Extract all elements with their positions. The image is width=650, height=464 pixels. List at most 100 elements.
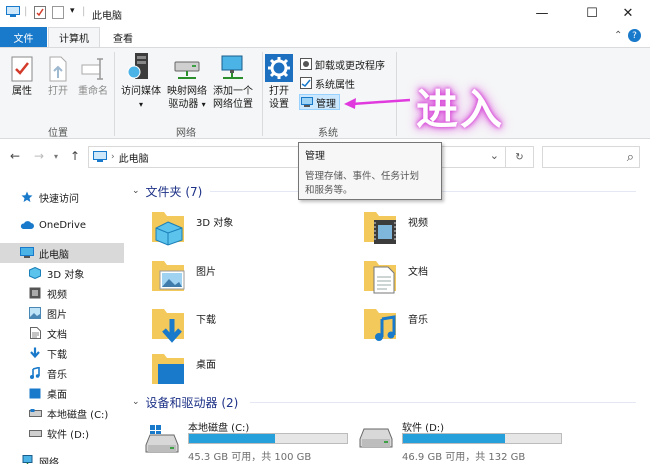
sidebar-item-network[interactable]: 网络 — [0, 451, 124, 464]
help-icon[interactable]: ? — [628, 29, 641, 42]
refresh-icon: ↻ — [515, 151, 524, 163]
open-icon — [47, 52, 69, 82]
navigation-pane: 快速访问 OneDrive 此电脑 3D 对象 视频 图片 文档 下载 音乐 桌… — [0, 175, 124, 464]
section-header-devices[interactable]: ⌄ 设备和驱动器 (2) — [132, 393, 238, 411]
tab-file[interactable]: 文件 — [0, 27, 47, 47]
folder-desktop-icon — [152, 354, 184, 384]
sidebar-item-music[interactable]: 音乐 — [0, 363, 124, 383]
uninstall-icon — [299, 58, 312, 70]
sidebar-item-videos[interactable]: 视频 — [0, 283, 124, 303]
access-media-button[interactable]: 访问媒体 ▾ — [118, 52, 164, 111]
chevron-down-icon: ▾ — [138, 100, 143, 109]
address-dropdown-icon[interactable]: ⌄ — [490, 149, 499, 162]
manage-button[interactable]: 管理 — [299, 94, 340, 110]
open-button[interactable]: 打开 — [44, 52, 72, 98]
computer-manage-icon — [300, 96, 313, 108]
group-label-location: 位置 — [48, 128, 68, 139]
drive-d-name: 软件 (D:) — [402, 423, 445, 434]
annotation-arrow-icon — [344, 98, 411, 109]
folder-desktop[interactable]: 桌面 — [150, 350, 350, 396]
sidebar-item-drive-d[interactable]: 软件 (D:) — [0, 423, 124, 443]
search-box[interactable]: ⌕ — [542, 146, 640, 168]
chevron-down-icon: ▾ — [201, 100, 206, 109]
folder-music[interactable]: 音乐 — [362, 305, 562, 351]
picture-icon — [28, 307, 42, 320]
download-icon — [28, 347, 42, 360]
drive-d-free-space: 46.9 GB 可用，共 132 GB — [402, 452, 526, 463]
section-header-folders[interactable]: ⌄ 文件夹 (7) — [132, 182, 202, 200]
sidebar-item-this-pc[interactable]: 此电脑 — [0, 243, 124, 263]
ribbon-tabs: 文件 计算机 查看 ⌃ ? — [0, 27, 650, 47]
drive-d[interactable]: 软件 (D:) 46.9 GB 可用，共 132 GB — [358, 419, 578, 464]
add-network-location-button[interactable]: 添加一个 网络位置 — [210, 52, 256, 111]
tab-view[interactable]: 查看 — [103, 27, 143, 47]
collapse-ribbon-icon[interactable]: ⌃ — [614, 30, 622, 41]
group-label-system: 系统 — [318, 128, 338, 139]
content-pane: ⌄ 文件夹 (7) 3D 对象 视频 图片 文档 下载 音乐 桌面 ⌄ 设备和驱… — [124, 175, 650, 464]
sidebar-item-downloads[interactable]: 下载 — [0, 343, 124, 363]
new-folder-quick-icon[interactable] — [52, 6, 64, 19]
close-button[interactable]: ✕ — [606, 2, 650, 24]
forward-button[interactable]: → — [34, 149, 44, 163]
ribbon: 属性 打开 重命名 位置 访问媒体 ▾ 映射网络 驱动器 ▾ 添加一个 网络位置 — [0, 47, 650, 139]
group-separator — [262, 52, 263, 136]
folder-3d-objects[interactable]: 3D 对象 — [150, 208, 350, 254]
tooltip-description-line-2: 和服务等。 — [305, 185, 353, 196]
drive-d-icon — [359, 428, 393, 448]
refresh-button[interactable]: ↻ — [506, 146, 534, 168]
folder-downloads[interactable]: 下载 — [150, 305, 350, 351]
minimize-button[interactable]: — — [520, 2, 564, 24]
tooltip-description-line-1: 管理存储、事件、任务计划 — [305, 171, 420, 182]
music-icon — [28, 367, 42, 380]
sidebar-item-drive-c[interactable]: 本地磁盘 (C:) — [0, 403, 124, 423]
folder-3d-objects-icon — [152, 212, 184, 246]
drive-c-icon — [145, 425, 179, 453]
system-properties-button[interactable]: 系统属性 — [299, 75, 355, 91]
properties-button[interactable]: 属性 — [8, 52, 36, 98]
network-icon — [20, 455, 34, 464]
folder-pictures[interactable]: 图片 — [150, 257, 350, 303]
rename-icon — [80, 52, 106, 82]
drive-c-name: 本地磁盘 (C:) — [188, 423, 250, 434]
folder-documents[interactable]: 文档 — [362, 257, 562, 303]
sidebar-item-pictures[interactable]: 图片 — [0, 303, 124, 323]
document-icon — [28, 327, 42, 340]
separator-icon: | — [24, 6, 28, 17]
folder-videos-icon — [364, 212, 396, 244]
sidebar-item-quick-access[interactable]: 快速访问 — [0, 187, 124, 207]
separator-icon: | — [82, 6, 86, 17]
sidebar-item-desktop[interactable]: 桌面 — [0, 383, 124, 403]
drive-c[interactable]: 本地磁盘 (C:) 45.3 GB 可用，共 100 GB — [144, 419, 364, 464]
uninstall-program-button[interactable]: 卸载或更改程序 — [299, 56, 385, 72]
folder-downloads-icon — [152, 309, 184, 343]
sidebar-item-onedrive[interactable]: OneDrive — [0, 215, 124, 235]
group-separator — [114, 52, 115, 136]
properties-quick-icon[interactable] — [34, 6, 46, 19]
system-properties-icon — [299, 77, 312, 89]
folder-pictures-icon — [152, 261, 185, 291]
drive-c-usage-bar — [188, 433, 348, 444]
address-bar[interactable]: › 此电脑 ⌄ — [88, 146, 506, 168]
map-network-drive-button[interactable]: 映射网络 驱动器 ▾ — [164, 52, 210, 111]
rename-button[interactable]: 重命名 — [76, 52, 110, 98]
drive-c-icon — [28, 407, 42, 420]
manage-tooltip: 管理 管理存储、事件、任务计划 和服务等。 — [298, 142, 442, 200]
network-location-icon — [218, 52, 248, 82]
computer-icon — [93, 151, 107, 163]
up-button[interactable]: ↑ — [70, 149, 80, 163]
open-settings-button[interactable]: 打开 设置 — [264, 52, 294, 111]
tooltip-title: 管理 — [305, 151, 325, 162]
folder-videos[interactable]: 视频 — [362, 208, 562, 254]
gear-icon — [265, 52, 293, 82]
sidebar-item-documents[interactable]: 文档 — [0, 323, 124, 343]
chevron-down-icon: ⌄ — [132, 397, 140, 407]
recent-dropdown-icon[interactable]: ▾ — [54, 152, 58, 161]
computer-icon — [20, 247, 34, 260]
tab-computer[interactable]: 计算机 — [48, 27, 100, 47]
drive-d-usage-fill — [403, 434, 505, 443]
drive-d-icon — [28, 427, 42, 440]
quick-access-dropdown-icon[interactable]: ▾ — [70, 6, 75, 16]
back-button[interactable]: ← — [10, 149, 20, 163]
breadcrumb-separator-icon: › — [111, 152, 115, 162]
sidebar-item-3d-objects[interactable]: 3D 对象 — [0, 263, 124, 283]
